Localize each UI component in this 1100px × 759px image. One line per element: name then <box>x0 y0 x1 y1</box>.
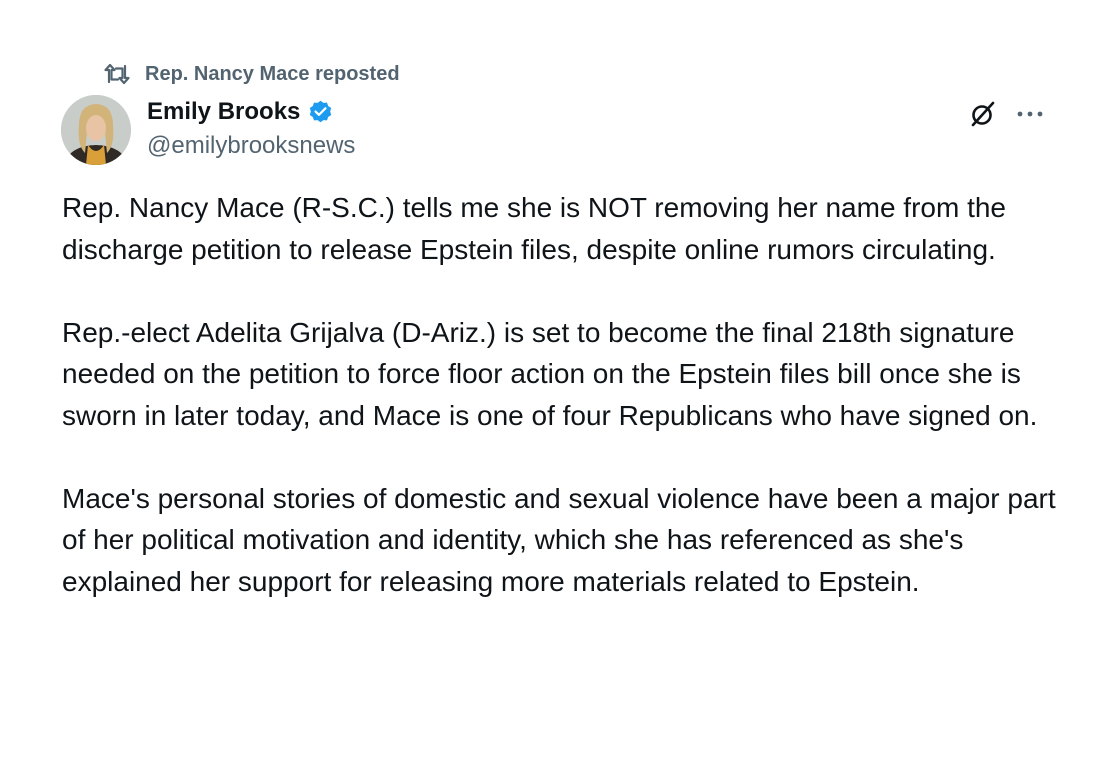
tweet-paragraph: Mace's personal stories of domestic and … <box>62 482 1056 597</box>
tweet-card[interactable]: Rep. Nancy Mace reposted Emily Brooks @e… <box>0 0 1100 759</box>
more-options-icon[interactable] <box>1013 99 1047 129</box>
repost-context[interactable]: Rep. Nancy Mace reposted <box>103 60 400 88</box>
avatar[interactable] <box>61 95 131 165</box>
repost-label: Rep. Nancy Mace reposted <box>145 62 400 85</box>
author-row[interactable]: Emily Brooks <box>147 96 335 128</box>
grok-icon[interactable] <box>968 99 998 129</box>
tweet-paragraph: Rep. Nancy Mace (R-S.C.) tells me she is… <box>62 192 1007 265</box>
tweet-text: Rep. Nancy Mace (R-S.C.) tells me she is… <box>62 187 1062 602</box>
verified-badge-icon <box>307 98 335 126</box>
author-handle[interactable]: @emilybrooksnews <box>147 132 355 160</box>
author-name[interactable]: Emily Brooks <box>147 98 300 126</box>
tweet-paragraph: Rep.-elect Adelita Grijalva (D-Ariz.) is… <box>62 316 1038 431</box>
repost-icon <box>103 62 131 86</box>
